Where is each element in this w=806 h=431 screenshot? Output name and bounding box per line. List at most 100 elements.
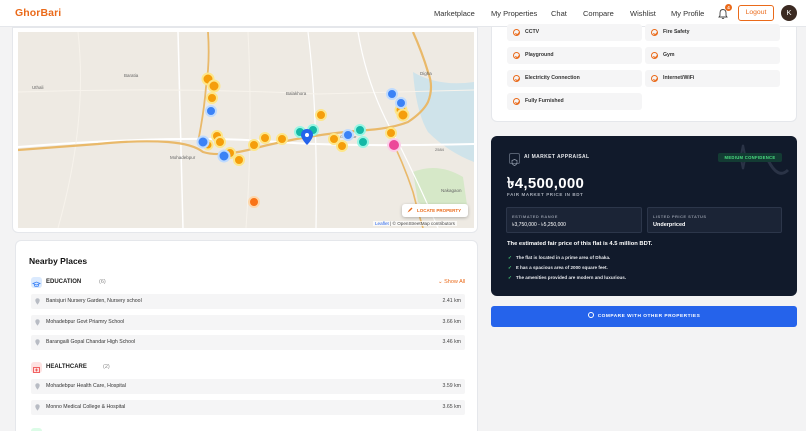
appraisal-summary: The estimated fair price of this flat is…: [507, 241, 653, 247]
list-item[interactable]: Mohadebpur Govt Priamry School 3.66 km: [31, 315, 465, 330]
compare-icon: [587, 312, 594, 319]
map-marker-healthcare[interactable]: [387, 138, 401, 152]
category-count: (6): [99, 279, 106, 285]
map-place-label: Uthali: [32, 85, 44, 90]
check-circle-icon: [513, 98, 520, 105]
amenity-label: Playground: [525, 52, 554, 58]
category-label: EDUCATION: [46, 279, 82, 285]
map-marker-education[interactable]: [217, 149, 231, 163]
osm-attribution[interactable]: | © OpenStreetMap contributors: [389, 221, 455, 226]
map-place-label: 2584: [435, 147, 445, 152]
compare-label: COMPARE WITH OTHER PROPERTIES: [597, 314, 701, 319]
map-marker-education[interactable]: [386, 88, 398, 100]
nav-link-compare[interactable]: Compare: [583, 9, 614, 18]
nearby-places-card: Nearby Places EDUCATION (6) ⌄ Show All B…: [15, 240, 478, 431]
map-place-label: Mohadebpur: [170, 155, 196, 160]
map-marker-poi[interactable]: [357, 136, 369, 148]
compare-properties-button[interactable]: COMPARE WITH OTHER PROPERTIES: [491, 306, 797, 327]
nearby-places-title: Nearby Places: [29, 256, 88, 266]
nav-link-my-properties[interactable]: My Properties: [491, 9, 537, 18]
shield-icon: [509, 153, 520, 166]
category-label: HEALTHCARE: [46, 364, 87, 370]
bullet-text: It has a spacious area of 2000 square fe…: [515, 265, 608, 270]
amenity-label: CCTV: [525, 29, 540, 35]
map-pin-icon: [35, 339, 40, 346]
map-attribution: Leaflet | © OpenStreetMap contributors: [373, 221, 457, 226]
amenity-item: Fire Safety: [645, 24, 780, 41]
check-icon: ✓: [508, 275, 512, 280]
map-marker-education[interactable]: [205, 105, 217, 117]
check-icon: ✓: [508, 255, 512, 260]
nav-link-chat[interactable]: Chat: [551, 9, 567, 18]
estimated-range-label: ESTIMATED RANGE: [512, 214, 558, 219]
estimated-range-value: ৳3,750,000 - ৳5,250,000: [512, 222, 566, 228]
map-marker-education[interactable]: [395, 97, 407, 109]
bullet-text: The flat is located in a prime area of D…: [515, 255, 611, 260]
place-name: Monno Medical College & Hospital: [46, 404, 126, 410]
leaflet-link[interactable]: Leaflet: [375, 221, 389, 226]
list-item[interactable]: Banisjuri Nursery Garden, Nursery school…: [31, 294, 465, 309]
avatar[interactable]: K: [781, 5, 797, 21]
map-marker-restaurant[interactable]: [385, 127, 397, 139]
appraisal-bullet: ✓ The amenities provided are modern and l…: [508, 275, 626, 281]
check-circle-icon: [513, 75, 520, 82]
locate-property-button[interactable]: LOCATE PROPERTY: [402, 204, 468, 217]
list-item[interactable]: Barangaili Gopal Chandar High School 3.4…: [31, 335, 465, 350]
logout-button[interactable]: Logout: [738, 5, 774, 21]
appraisal-bullet: ✓ It has a spacious area of 2000 square f…: [508, 265, 608, 271]
property-map[interactable]: Baratia Uthali Balakhora Digha Mohadebpu…: [18, 32, 474, 228]
amenity-label: Electricity Connection: [525, 75, 580, 81]
map-marker-restaurant[interactable]: [233, 154, 245, 166]
graduation-cap-icon: [31, 277, 42, 288]
amenity-item: Playground: [507, 47, 642, 64]
map-marker-restaurant[interactable]: [315, 109, 327, 121]
map-road: [57, 32, 81, 228]
map-marker-education[interactable]: [196, 135, 210, 149]
map-place-label: Baratia: [124, 73, 139, 78]
appraisal-price-subtitle: FAIR MARKET PRICE IN BDT: [507, 192, 584, 197]
sparkle-decoration-icon: [730, 144, 790, 175]
map-place-label: Balakhora: [286, 91, 307, 96]
map-marker-restaurant[interactable]: [276, 133, 288, 145]
map-marker-restaurant[interactable]: [214, 136, 226, 148]
amenity-item: Gym: [645, 47, 780, 64]
map-marker-restaurant[interactable]: [336, 140, 348, 152]
check-circle-icon: [513, 29, 520, 36]
amenities-card: CCTV Fire Safety Playground Gym Electric…: [491, 24, 797, 122]
show-all-label: Show All: [444, 279, 466, 285]
map-marker-restaurant[interactable]: [207, 79, 221, 93]
bullet-text: The amenities provided are modern and lu…: [515, 275, 627, 280]
map-highway: [197, 32, 210, 143]
nav-link-wishlist[interactable]: Wishlist: [630, 9, 656, 18]
list-item[interactable]: Mohadebpur Health Care, Hospital 3.59 km: [31, 379, 465, 394]
map-marker-restaurant[interactable]: [259, 132, 271, 144]
listed-status-value: Underpriced: [653, 222, 686, 228]
amenity-label: Gym: [663, 52, 675, 58]
map-marker-restaurant[interactable]: [396, 108, 410, 122]
list-item[interactable]: Monno Medical College & Hospital 3.65 km: [31, 400, 465, 415]
listed-status-box: LISTED PRICE STATUS Underpriced: [647, 207, 782, 233]
map-marker-restaurant[interactable]: [248, 139, 260, 151]
map-road: [177, 32, 184, 228]
map-place-label: Digha: [420, 71, 432, 76]
map-marker-restaurant[interactable]: [206, 92, 218, 104]
appraisal-label: AI MARKET APPRAISAL: [524, 154, 590, 160]
map-marker-education[interactable]: [342, 129, 354, 141]
appraisal-bullet: ✓ The flat is located in a prime area of …: [508, 255, 610, 261]
brand-logo[interactable]: GhorBari: [15, 7, 61, 19]
amenity-label: Fire Safety: [663, 29, 690, 35]
map-marker-poi[interactable]: [248, 196, 260, 208]
nav-link-marketplace[interactable]: Marketplace: [434, 9, 475, 18]
map-place-label: Nakagaon: [441, 188, 462, 193]
map-pin-icon: [35, 298, 40, 305]
place-distance: 3.65 km: [442, 404, 461, 410]
map-marker-poi[interactable]: [354, 124, 366, 136]
show-all-link[interactable]: ⌄ Show All: [438, 279, 465, 285]
map-pin-icon: [35, 319, 40, 326]
amenity-item: Internet/WiFi: [645, 70, 780, 87]
check-icon: ✓: [508, 265, 512, 270]
confidence-badge: MEDIUM CONFIDENCE: [718, 153, 782, 162]
map-pin-icon: [35, 383, 40, 390]
nav-link-my-profile[interactable]: My Profile: [671, 9, 704, 18]
amenity-label: Fully Furnished: [525, 98, 564, 104]
